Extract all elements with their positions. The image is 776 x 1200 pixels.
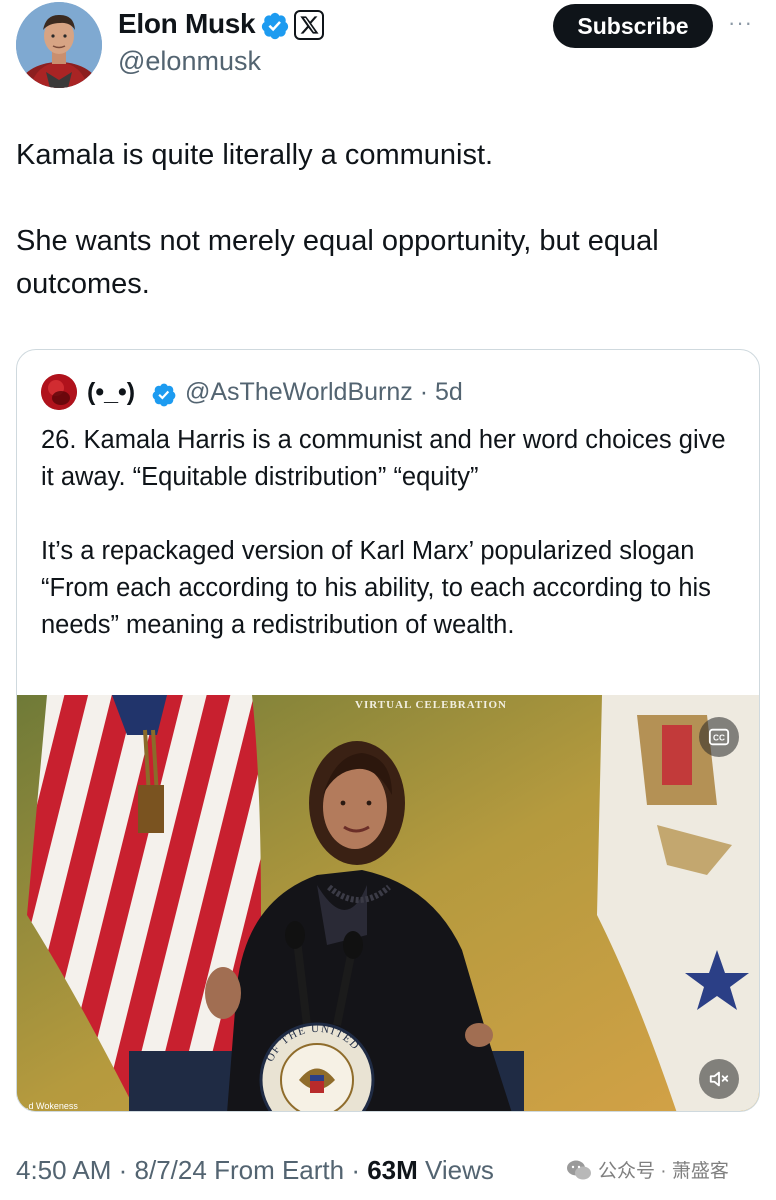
video-frame	[17, 695, 759, 1111]
video-overlay-title: VIRTUAL CELEBRATION	[355, 699, 507, 711]
tweet-date[interactable]: 8/7/24	[135, 1155, 207, 1185]
meta-separator: ·	[118, 1155, 135, 1185]
author-avatar[interactable]	[16, 2, 102, 88]
wechat-watermark: 公众号 · 萧盛客	[566, 1156, 729, 1183]
quoted-author-handle-and-age[interactable]: @AsTheWorldBurnz · 5d	[185, 378, 463, 407]
author-name[interactable]: Elon Musk	[118, 8, 256, 40]
tweet-paragraph: She wants not merely equal opportunity, …	[16, 225, 659, 300]
tweet-source: From Earth	[214, 1155, 345, 1185]
x-logo-badge-icon	[294, 10, 324, 40]
quoted-author-name[interactable]: (•_•)	[87, 378, 135, 407]
meta-separator: ·	[351, 1155, 368, 1185]
mute-toggle-button[interactable]	[699, 1059, 739, 1099]
cc-icon: CC	[708, 728, 730, 746]
tweet-time[interactable]: 4:50 AM	[16, 1155, 111, 1185]
closed-captions-button[interactable]: CC	[699, 717, 739, 757]
tweet-meta: 4:50 AM · 8/7/24 From Earth · 63M Views	[16, 1155, 494, 1186]
wechat-icon	[567, 1160, 591, 1179]
verified-badge-icon	[261, 12, 289, 40]
more-options-icon[interactable]: ···	[728, 10, 753, 36]
author-handle[interactable]: @elonmusk	[118, 46, 261, 77]
cc-label: CC	[713, 734, 725, 743]
tweet-text: Kamala is quite literally a communist. S…	[16, 134, 761, 349]
quoted-tweet-text: 26. Kamala Harris is a communist and her…	[41, 422, 741, 681]
quoted-author-avatar[interactable]	[41, 374, 77, 410]
speaker-muted-icon	[709, 1071, 729, 1087]
tweet-header: Elon Musk @elonmusk Subscribe ···	[0, 0, 776, 100]
quoted-author-handle[interactable]: @AsTheWorldBurnz	[185, 378, 413, 406]
quoted-verified-badge-icon	[152, 383, 176, 407]
video-player[interactable]: VIRTUAL CELEBRATION OF THE UNITED CC ...…	[17, 695, 759, 1111]
views-count: 63M	[367, 1155, 418, 1185]
tweet-paragraph: Kamala is quite literally a communist.	[16, 139, 494, 171]
views-label: Views	[425, 1155, 494, 1185]
watermark-text: 公众号 · 萧盛客	[598, 1161, 729, 1182]
quoted-paragraph: 26. Kamala Harris is a communist and her…	[41, 426, 726, 491]
subscribe-button[interactable]: Subscribe	[553, 4, 713, 48]
quoted-tweet-age: · 5d	[419, 378, 463, 406]
quoted-paragraph: It’s a repackaged version of Karl Marx’ …	[41, 537, 711, 639]
quoted-tweet-card[interactable]: (•_•) @AsTheWorldBurnz · 5d 26. Kamala H…	[16, 349, 760, 1112]
video-caption-text: ...d Wokeness	[21, 1101, 78, 1111]
